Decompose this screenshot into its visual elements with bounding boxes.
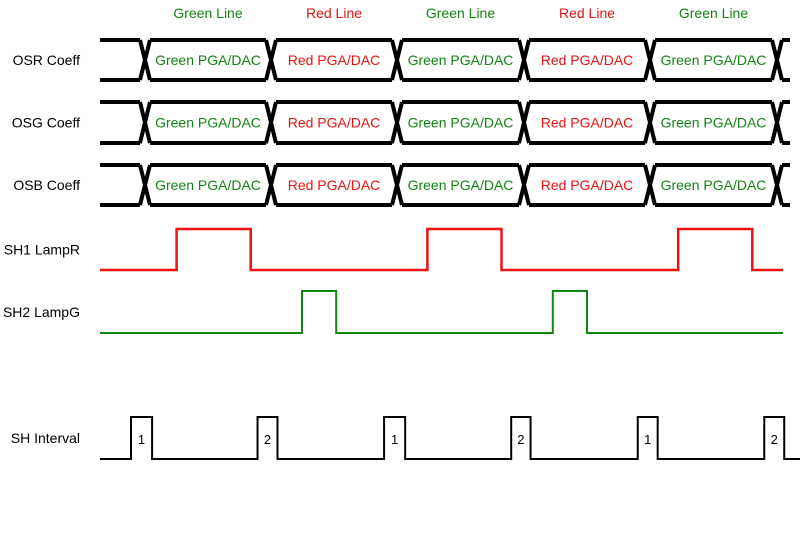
bus-segment-label: Green PGA/DAC xyxy=(661,115,767,131)
line-headers: Green Line Red Line Green Line Red Line Gree… xyxy=(173,5,748,21)
bus-segment-label: Green PGA/DAC xyxy=(155,52,261,68)
bus-segment-label: Green PGA/DAC xyxy=(408,52,514,68)
bus-segment-label: Red PGA/DAC xyxy=(288,177,381,193)
bus-segment-label: Green PGA/DAC xyxy=(661,177,767,193)
bus-segment-label: Green PGA/DAC xyxy=(408,177,514,193)
signal-label: SH1 LampR xyxy=(4,242,80,258)
bus-segment-label: Green PGA/DAC xyxy=(155,115,261,131)
pulse-number: 2 xyxy=(771,432,778,447)
signal-waveform xyxy=(100,416,800,460)
bus-segment-label: Red PGA/DAC xyxy=(541,177,634,193)
signal-waveform xyxy=(100,290,783,334)
bus-segment-label: Green PGA/DAC xyxy=(661,52,767,68)
pulse-number: 2 xyxy=(264,432,271,447)
signal-row xyxy=(100,227,783,272)
signal-labels: OSR Coeff OSG Coeff OSB Coeff SH1 LampR SH2 … xyxy=(3,52,80,446)
bus-segment-label: Red PGA/DAC xyxy=(541,115,634,131)
bus-row: Green PGA/DAC Red PGA/DAC Green PGA/DAC Red… xyxy=(100,163,790,207)
signal-waveform xyxy=(100,227,783,272)
signal-row: 1 2 1 2 1 2 xyxy=(100,416,800,460)
line-header: Green Line xyxy=(426,5,495,21)
bus-segment-label: Red PGA/DAC xyxy=(288,52,381,68)
signal-waveforms: 1 2 1 2 1 2 xyxy=(100,227,800,460)
pulse-number: 1 xyxy=(644,432,651,447)
bus-segment-label: Red PGA/DAC xyxy=(288,115,381,131)
bus-waveforms: Green PGA/DAC Red PGA/DAC Green PGA/DAC Red… xyxy=(100,38,790,207)
line-header: Red Line xyxy=(559,5,615,21)
bus-segment-label: Green PGA/DAC xyxy=(408,115,514,131)
line-header: Green Line xyxy=(679,5,748,21)
signal-row xyxy=(100,290,783,334)
bus-segment-label: Green PGA/DAC xyxy=(155,177,261,193)
line-header: Red Line xyxy=(306,5,362,21)
pulse-number: 1 xyxy=(138,432,145,447)
bus-row: Green PGA/DAC Red PGA/DAC Green PGA/DAC Red… xyxy=(100,100,790,145)
bus-segment-label: Red PGA/DAC xyxy=(541,52,634,68)
signal-label: SH Interval xyxy=(11,430,80,446)
bus-label: OSR Coeff xyxy=(13,52,81,68)
signal-label: SH2 LampG xyxy=(3,304,80,320)
bus-row: Green PGA/DAC Red PGA/DAC Green PGA/DAC Red… xyxy=(100,38,790,82)
pulse-number: 1 xyxy=(391,432,398,447)
pulse-number: 2 xyxy=(517,432,524,447)
bus-label: OSB Coeff xyxy=(13,177,80,193)
bus-label: OSG Coeff xyxy=(12,115,80,131)
timing-diagram: Green Line Red Line Green Line Red Line Gree… xyxy=(3,5,800,460)
line-header: Green Line xyxy=(173,5,242,21)
